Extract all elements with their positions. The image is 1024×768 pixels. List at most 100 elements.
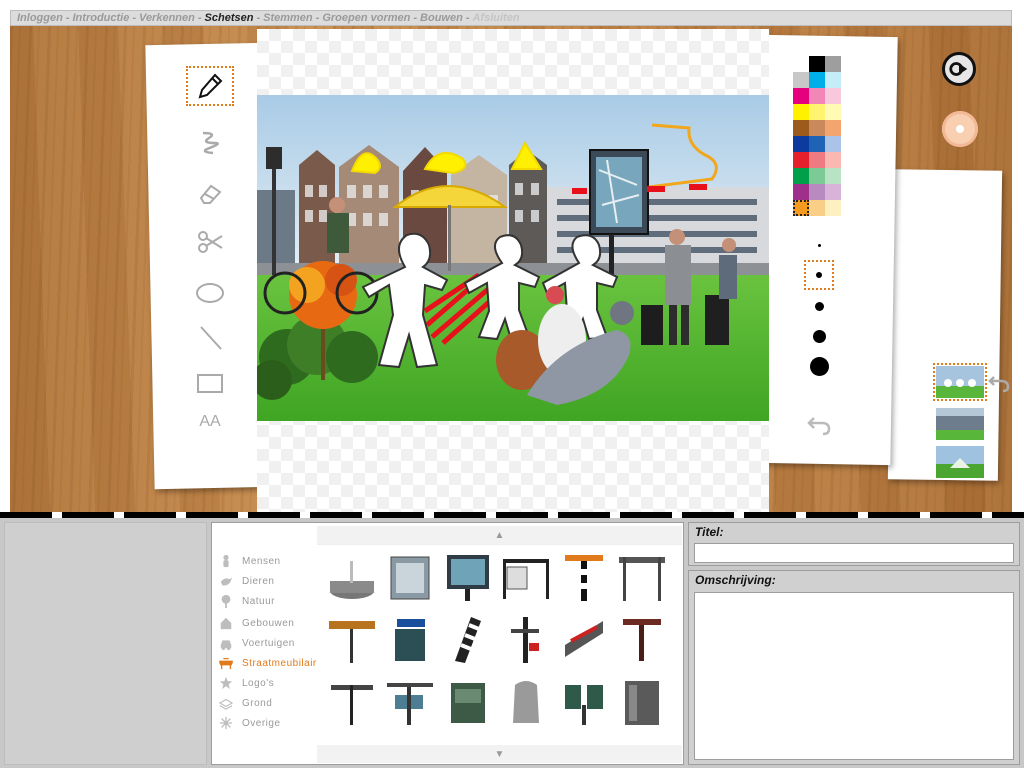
color-swatch[interactable] <box>793 152 809 168</box>
color-swatch[interactable] <box>809 104 825 120</box>
category-gebouwen[interactable]: Gebouwen <box>218 613 326 633</box>
color-swatch[interactable] <box>825 200 841 216</box>
brush-dot-icon <box>814 301 824 311</box>
color-swatch[interactable] <box>809 168 825 184</box>
nav-step-stemmen[interactable]: Stemmen <box>263 12 313 24</box>
library-object-double-bin[interactable] <box>557 675 611 729</box>
library-object-billboard[interactable] <box>557 613 611 667</box>
category-logos[interactable]: Logo's <box>218 673 326 693</box>
drawing-canvas[interactable] <box>257 29 769 512</box>
library-object-info-board[interactable] <box>383 551 437 605</box>
brush-size-option[interactable] <box>804 291 834 321</box>
color-swatch[interactable] <box>809 152 825 168</box>
color-swatch[interactable] <box>793 184 809 200</box>
library-object-map-board[interactable] <box>441 551 495 605</box>
color-swatch[interactable] <box>809 56 825 72</box>
title-input[interactable] <box>694 543 1014 563</box>
library-object-striped-bollard[interactable] <box>441 613 495 667</box>
scene-thumbnail-1[interactable] <box>933 363 987 401</box>
color-swatch[interactable] <box>825 104 841 120</box>
category-grond[interactable]: Grond <box>218 693 326 713</box>
color-swatch[interactable] <box>809 72 825 88</box>
nav-step-schetsen[interactable]: Schetsen <box>205 12 254 24</box>
color-swatch[interactable] <box>825 56 841 72</box>
category-mensen[interactable]: Mensen <box>218 551 326 571</box>
color-swatch[interactable] <box>825 72 841 88</box>
line-tool[interactable] <box>186 318 234 358</box>
color-swatch[interactable] <box>793 56 809 72</box>
tree-icon <box>221 594 231 608</box>
color-swatch[interactable] <box>793 72 809 88</box>
brush-size-option[interactable] <box>804 351 834 381</box>
scroll-up-button[interactable]: ▲ <box>317 526 682 544</box>
color-swatch[interactable] <box>809 88 825 104</box>
color-swatch[interactable] <box>793 168 809 184</box>
library-object-street-name-sign[interactable] <box>383 613 437 667</box>
nav-step-verkennen[interactable]: Verkennen <box>139 12 195 24</box>
undo-button[interactable] <box>806 412 832 438</box>
color-swatch[interactable] <box>793 104 809 120</box>
library-object-public-urinal[interactable] <box>499 675 553 729</box>
nav-step-bouwen[interactable]: Bouwen <box>420 12 463 24</box>
library-object-direction-sign[interactable] <box>325 613 379 667</box>
rectangle-tool[interactable] <box>186 363 234 403</box>
brush-size-option[interactable] <box>804 230 834 260</box>
sketch-stage: AA <box>10 26 1012 512</box>
squiggle-icon <box>202 131 219 155</box>
library-object-signpost[interactable] <box>383 675 437 729</box>
nav-step-inloggen[interactable]: Inloggen <box>17 12 63 24</box>
color-swatch[interactable] <box>825 168 841 184</box>
category-overige[interactable]: Overige <box>218 713 326 733</box>
color-swatch[interactable] <box>793 120 809 136</box>
color-swatch[interactable] <box>793 200 809 216</box>
category-natuur[interactable]: Natuur <box>218 591 326 611</box>
nav-step-groepen-vormen[interactable]: Groepen vormen <box>322 12 410 24</box>
color-swatch[interactable] <box>825 184 841 200</box>
color-swatch[interactable] <box>809 120 825 136</box>
color-swatch[interactable] <box>825 152 841 168</box>
category-dieren[interactable]: Dieren <box>218 571 326 591</box>
category-voertuigen[interactable]: Voertuigen <box>218 633 326 653</box>
color-swatch[interactable] <box>809 200 825 216</box>
brush-size-option[interactable] <box>804 260 834 290</box>
ellipse-tool[interactable] <box>186 273 234 313</box>
scene-thumbnail-2[interactable] <box>936 408 984 440</box>
brush-tool[interactable] <box>186 122 234 162</box>
category-label: Gebouwen <box>242 617 295 629</box>
scissors-tool[interactable] <box>186 222 234 262</box>
color-swatch[interactable] <box>825 120 841 136</box>
sketch-scene[interactable] <box>257 95 769 421</box>
library-object-bus-shelter[interactable] <box>499 551 553 605</box>
next-step-button[interactable] <box>942 52 976 86</box>
category-label: Dieren <box>242 575 275 587</box>
nav-step-introductie[interactable]: Introductie <box>73 12 130 24</box>
color-swatch[interactable] <box>825 88 841 104</box>
color-swatch[interactable] <box>825 136 841 152</box>
category-label: Natuur <box>242 595 276 607</box>
color-swatch[interactable] <box>793 88 809 104</box>
library-object-pointer-sign[interactable] <box>325 675 379 729</box>
eraser-tool[interactable] <box>186 173 234 213</box>
library-object-lamp-post[interactable] <box>499 613 553 667</box>
pencil-tool[interactable] <box>186 66 234 106</box>
object-grid <box>317 544 682 746</box>
brush-size-option[interactable] <box>804 321 834 351</box>
object-library: ▲ Mensen Dieren Natuur Gebouwen Voertuigen St… <box>211 522 684 765</box>
color-swatch[interactable] <box>809 184 825 200</box>
library-object-table-stand[interactable] <box>615 613 669 667</box>
description-input[interactable] <box>694 592 1014 760</box>
record-button[interactable] <box>942 111 978 147</box>
color-swatch[interactable] <box>793 136 809 152</box>
text-tool[interactable]: AA <box>186 402 234 442</box>
category-straatmeubilair[interactable]: Straatmeubilair <box>218 653 326 673</box>
library-object-fountain[interactable] <box>325 551 379 605</box>
library-object-container[interactable] <box>615 675 669 729</box>
library-object-trash-bin[interactable] <box>441 675 495 729</box>
color-swatch[interactable] <box>809 136 825 152</box>
scene-thumbnail-3[interactable] <box>936 446 984 478</box>
scroll-down-button[interactable]: ▼ <box>317 745 682 763</box>
rotate-icon[interactable] <box>988 372 1010 394</box>
library-object-barrier-pole[interactable] <box>557 551 611 605</box>
ground-icon <box>219 698 233 710</box>
library-object-sign-frame[interactable] <box>615 551 669 605</box>
